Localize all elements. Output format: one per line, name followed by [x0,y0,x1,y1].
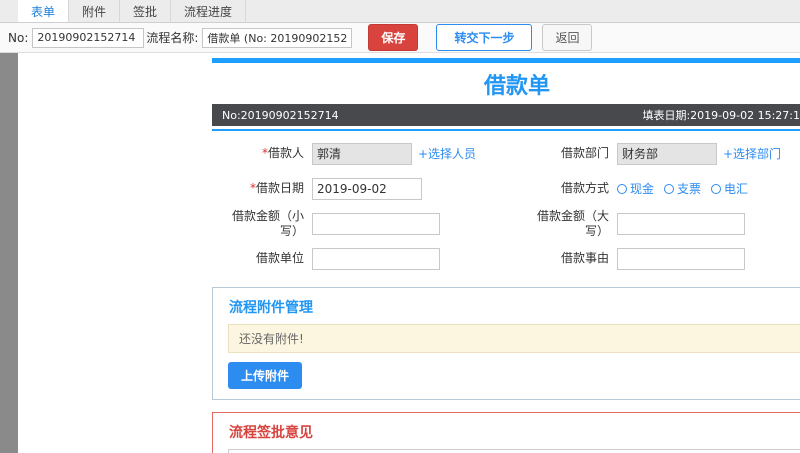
unit-input[interactable] [312,247,440,270]
borrower-input[interactable] [312,142,412,165]
department-input[interactable] [617,142,717,165]
field-method: 借款方式 现金 支票 电汇 [517,171,800,206]
reason-label: 借款事由 [560,251,609,265]
field-borrower: *借款人 +选择人员 [212,136,517,171]
field-amount-lower: 借款金额（小写） [212,206,517,241]
attachments-section: 流程附件管理 还没有附件! 上传附件 [212,287,800,400]
tab-sign[interactable]: 签批 [120,0,172,22]
radio-label: 现金 [630,182,655,196]
field-reason: 借款事由 [517,241,800,276]
select-person-link[interactable]: +选择人员 [418,145,476,162]
loan-date-input[interactable] [312,177,422,200]
meta-bar: No:20190902152714 填表日期:2019-09-02 15:27:… [212,104,800,126]
department-label: 借款部门 [560,146,609,160]
flow-name-input[interactable] [202,27,353,48]
field-department: 借款部门 +选择部门 [517,136,800,171]
radio-option-cash[interactable]: 现金 [617,180,654,197]
toolbar: No: 流程名称: 保存 转交下一步 返回 [0,23,800,53]
save-button[interactable]: 保存 [368,24,419,51]
radio-label: 电汇 [724,182,749,196]
radio-icon[interactable] [664,183,675,194]
amount-lower-input[interactable] [312,212,440,235]
page-title: 借款单 [483,74,550,99]
method-radio-group: 现金 支票 电汇 [617,180,748,197]
collapsed-sidebar [0,53,18,453]
forward-next-step-button[interactable]: 转交下一步 [436,24,533,51]
fill-date: 填表日期:2019-09-02 15:27:1 [642,109,800,122]
upload-attachment-button[interactable]: 上传附件 [228,362,303,389]
unit-label: 借款单位 [255,251,304,265]
approval-section: 流程签批意见 B I abc A A ∞ ⚑ ≣ ≡ ⇤ ⇥ [212,412,800,453]
flow-name-label: 流程名称: [146,31,199,45]
content-area: 借款单 No:20190902152714 填表日期:2019-09-02 15… [0,53,800,453]
no-input[interactable] [32,27,145,48]
form-grid: *借款人 +选择人员 借款部门 +选择部门 *借款日期 借款方式 现金 [212,131,800,279]
radio-icon[interactable] [617,183,627,194]
field-unit: 借款单位 [212,241,517,276]
amount-upper-input[interactable] [617,212,745,235]
tab-attachments[interactable]: 附件 [69,0,121,22]
rich-text-editor: B I abc A A ∞ ⚑ ≣ ≡ ⇤ ⇥ — ” [228,449,800,453]
no-label: No: [8,30,29,45]
back-button[interactable]: 返回 [542,24,593,51]
loan-form-panel: 借款单 No:20190902152714 填表日期:2019-09-02 15… [212,58,800,453]
tab-progress[interactable]: 流程进度 [171,0,247,22]
no-attachments-notice: 还没有附件! [228,324,800,353]
radio-label: 支票 [677,182,702,196]
borrower-label: *借款人 [261,146,304,160]
method-label: 借款方式 [560,181,609,195]
radio-option-wire[interactable]: 电汇 [711,180,748,197]
field-amount-upper: 借款金额（大写） [517,206,800,241]
form-number: No:20190902152714 [222,108,339,122]
reason-input[interactable] [617,247,745,270]
select-department-link[interactable]: +选择部门 [723,145,781,162]
tab-bar: 表单 附件 签批 流程进度 [0,0,800,23]
field-loan-date: *借款日期 [212,171,517,206]
radio-option-cheque[interactable]: 支票 [664,180,701,197]
tab-form[interactable]: 表单 [18,0,70,22]
amount-lower-label: 借款金额（小写） [231,208,304,238]
radio-icon[interactable] [711,183,722,194]
loan-date-label: *借款日期 [249,181,304,195]
attachments-section-title: 流程附件管理 [229,300,313,316]
amount-upper-label: 借款金额（大写） [536,208,609,238]
approval-section-title: 流程签批意见 [229,425,313,441]
